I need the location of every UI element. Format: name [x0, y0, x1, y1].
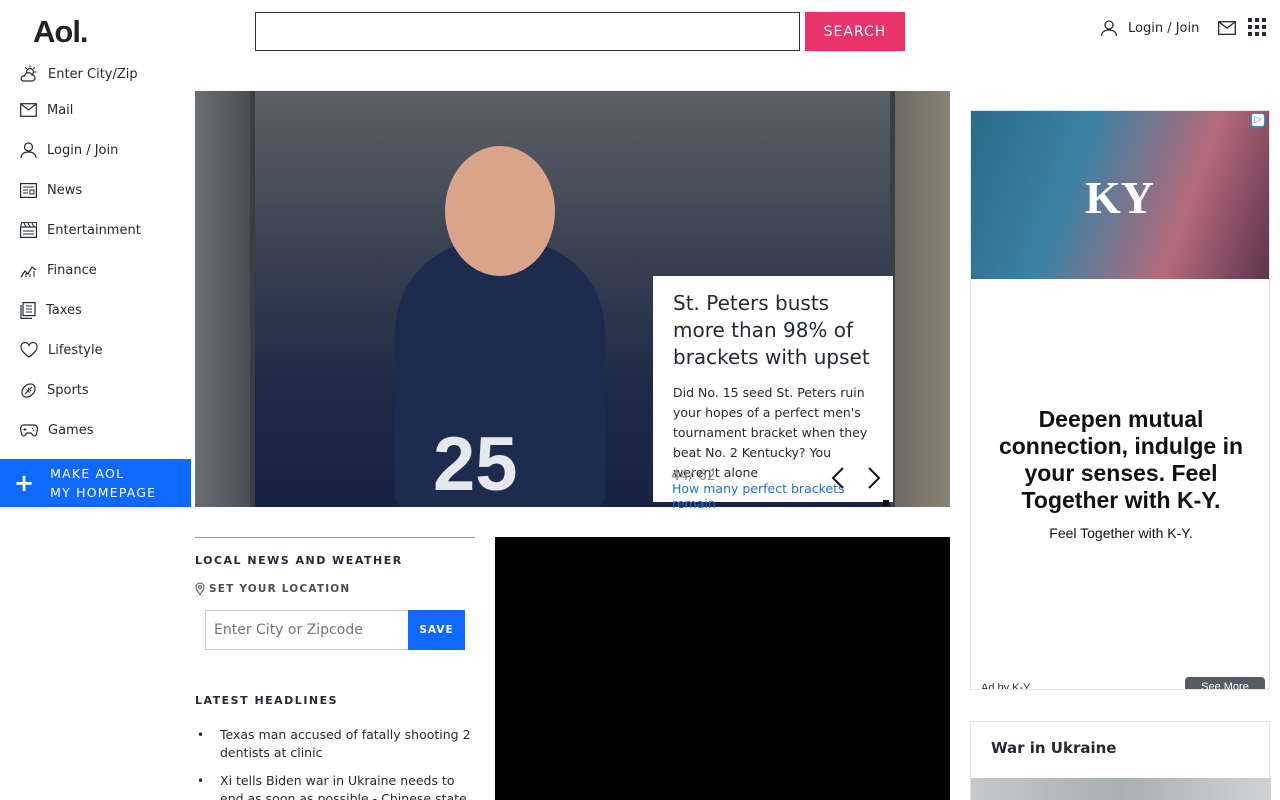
make-homepage-line2: MY HOMEPAGE [50, 485, 157, 500]
sidebar-item-news[interactable]: News [0, 170, 191, 210]
advertisement[interactable]: KY ▷ Deepen mutual connection, indulge i… [970, 110, 1270, 690]
weather-icon [20, 65, 37, 82]
sidebar-item-label: Lifestyle [48, 342, 103, 358]
sidebar-item-label: Games [48, 422, 94, 438]
search-button[interactable]: SEARCH [805, 12, 905, 51]
carousel-next-button[interactable] [866, 466, 882, 494]
carousel-prev-button[interactable] [830, 466, 846, 494]
sidebar-item-label: News [47, 182, 83, 198]
sidebar-item-finance[interactable]: Finance [0, 250, 191, 290]
ad-brand-logo: KY [1085, 172, 1154, 223]
save-location-button[interactable]: SAVE [408, 610, 465, 650]
local-news-section: LOCAL NEWS AND WEATHER [195, 537, 475, 567]
make-homepage-line1: MAKE AOL [50, 466, 125, 481]
jersey-number: 25 [433, 422, 518, 507]
header-mail-button[interactable] [1218, 20, 1236, 39]
module-title[interactable]: War in Ukraine [991, 739, 1116, 757]
sidebar-item-label: Enter City/Zip [48, 66, 138, 82]
ad-sponsor: Ad by K-Y [981, 682, 1031, 690]
video-player[interactable] [495, 537, 950, 800]
sidebar-item-sports[interactable]: Sports [0, 370, 191, 410]
make-homepage-label: MAKE AOL MY HOMEPAGE [50, 464, 156, 502]
clapper-icon [20, 222, 37, 238]
plus-icon: + [14, 469, 35, 497]
set-location-label: SET YOUR LOCATION [209, 582, 351, 595]
sidebar-item-lifestyle[interactable]: Lifestyle [0, 330, 191, 370]
chart-icon [20, 266, 37, 278]
ad-headline[interactable]: Deepen mutual connection, indulge in you… [986, 406, 1256, 514]
sidebar: Enter City/Zip Mail Login / Join News En… [0, 58, 191, 450]
sidebar-item-entertainment[interactable]: Entertainment [0, 210, 191, 250]
mail-icon [20, 103, 37, 117]
ball-icon [21, 382, 36, 398]
document-icon [20, 301, 36, 319]
hero-carousel: 25 St. Peters busts more than 98% of bra… [195, 91, 950, 507]
sidebar-item-taxes[interactable]: Taxes [0, 290, 191, 330]
sidebar-item-weather[interactable]: Enter City/Zip [0, 58, 191, 90]
sidebar-item-login[interactable]: Login / Join [0, 130, 191, 170]
ad-choices-icon[interactable]: ▷ [1251, 113, 1265, 127]
carousel-indicator [883, 500, 889, 506]
headline-item[interactable]: Texas man accused of fatally shooting 2 … [195, 726, 480, 762]
heart-icon [20, 342, 38, 358]
war-in-ukraine-module: War in Ukraine [970, 721, 1271, 800]
news-icon [20, 182, 37, 198]
chevron-right-icon [868, 467, 881, 489]
search-input[interactable] [255, 12, 800, 51]
sidebar-item-label: Taxes [46, 302, 82, 318]
next-slide-image[interactable] [895, 91, 950, 507]
headlines-list: Texas man accused of fatally shooting 2 … [195, 726, 480, 800]
apps-grid-icon[interactable] [1248, 18, 1266, 36]
hero-title[interactable]: St. Peters busts more than 98% of bracke… [673, 290, 881, 371]
ad-see-more-button[interactable]: See More [1185, 677, 1265, 689]
sidebar-item-label: Login / Join [47, 142, 119, 158]
set-location-link[interactable]: SET YOUR LOCATION [195, 582, 350, 595]
gamepad-icon [20, 424, 38, 437]
sidebar-item-mail[interactable]: Mail [0, 90, 191, 130]
local-news-heading: LOCAL NEWS AND WEATHER [195, 554, 403, 567]
mail-icon [1218, 21, 1236, 35]
headline-item[interactable]: Xi tells Biden war in Ukraine needs to e… [195, 772, 480, 800]
header-login[interactable]: Login / Join [1100, 19, 1199, 37]
sidebar-item-label: Mail [47, 102, 74, 118]
latest-headlines-heading: LATEST HEADLINES [195, 694, 339, 707]
hero-link[interactable]: How many perfect brackets remain [672, 481, 852, 511]
make-homepage-button[interactable]: + MAKE AOL MY HOMEPAGE [0, 459, 191, 507]
ad-subtext: Feel Together with K-Y. [1049, 525, 1193, 541]
sidebar-item-games[interactable]: Games [0, 410, 191, 450]
sidebar-item-label: Finance [47, 262, 97, 278]
city-zip-input[interactable] [205, 610, 409, 650]
sidebar-item-label: Sports [47, 382, 89, 398]
header-login-label: Login / Join [1128, 20, 1200, 36]
sidebar-item-label: Entertainment [47, 222, 141, 238]
chevron-left-icon [831, 467, 844, 489]
previous-slide-image[interactable] [195, 91, 250, 507]
user-icon [1100, 20, 1118, 37]
location-pin-icon [195, 582, 205, 595]
module-image[interactable] [971, 778, 1271, 800]
player-head [445, 146, 555, 276]
ad-image[interactable]: KY [971, 111, 1269, 279]
aol-logo[interactable]: Aol. [33, 14, 89, 50]
user-icon [20, 142, 37, 159]
